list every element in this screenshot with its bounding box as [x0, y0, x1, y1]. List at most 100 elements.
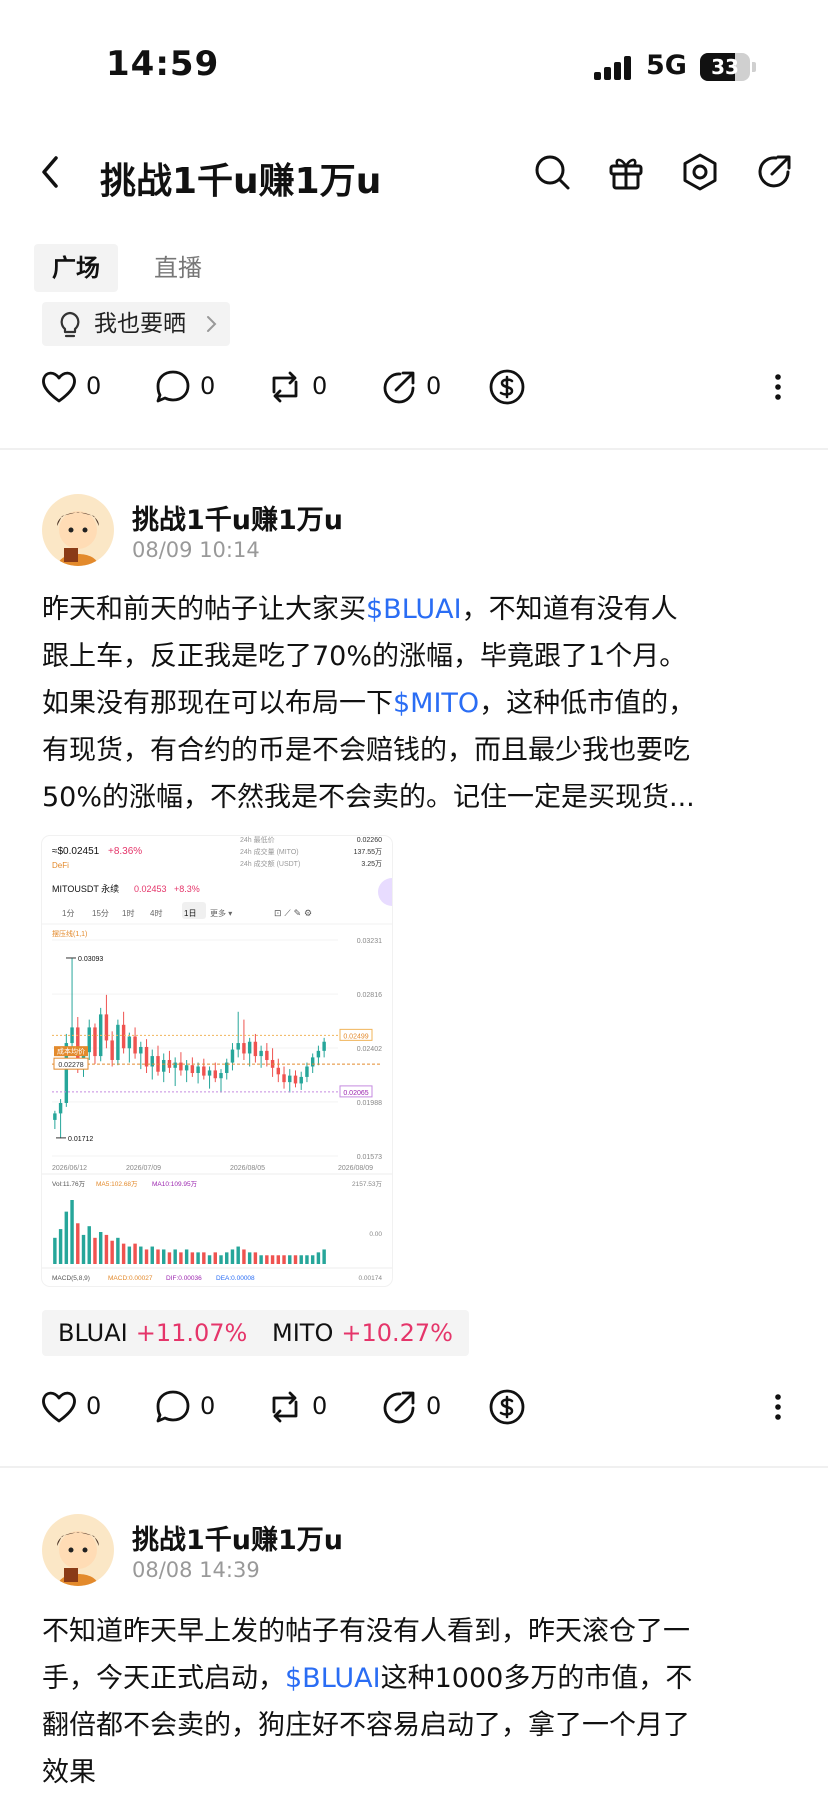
dollar-coin-icon: [489, 1389, 525, 1425]
candle-body: [53, 1113, 57, 1120]
volume-bar: [225, 1252, 229, 1264]
tab-square[interactable]: 广场: [34, 244, 118, 292]
comment-button[interactable]: 0: [154, 1382, 234, 1432]
coin-tag-link[interactable]: $MITO: [393, 688, 479, 719]
search-button[interactable]: [532, 152, 572, 192]
comment-button[interactable]: 0: [154, 362, 234, 412]
ma5-label: MA5:102.68万: [96, 1180, 138, 1188]
volume-bar: [305, 1255, 309, 1264]
volume-bar: [162, 1249, 166, 1264]
action-bar: 0 0 0 0: [40, 1382, 790, 1432]
chart-header-change: +8.36%: [108, 846, 142, 857]
volume-bar: [98, 1232, 103, 1264]
status-time: 14:59: [106, 44, 220, 84]
candle-body: [219, 1073, 223, 1079]
like-button[interactable]: 0: [40, 362, 120, 412]
volume-bar: [121, 1243, 126, 1264]
like-count: 0: [86, 372, 102, 400]
candle-body: [173, 1062, 177, 1068]
candle-body: [196, 1066, 200, 1074]
candle-body: [310, 1057, 315, 1067]
back-button[interactable]: [36, 152, 66, 192]
repost-button[interactable]: 0: [266, 1382, 346, 1432]
volume-bar: [293, 1255, 298, 1264]
coin-tag-link[interactable]: $BLUAI: [366, 594, 462, 625]
settings-button[interactable]: [680, 152, 720, 192]
coin-tag-link[interactable]: $BLUAI: [285, 1663, 381, 1694]
volume-bar: [133, 1243, 137, 1264]
candle-body: [162, 1059, 166, 1072]
volume-bar: [265, 1255, 269, 1264]
divider: [0, 1466, 828, 1468]
volume-bar: [156, 1249, 160, 1264]
volume-bar: [322, 1249, 326, 1264]
tip-button[interactable]: [488, 362, 528, 412]
gift-button[interactable]: [606, 152, 646, 192]
volume-bar: [173, 1249, 177, 1264]
ticker-chip[interactable]: BLUAI +11.07%: [42, 1310, 264, 1356]
more-vertical-icon: [775, 1394, 781, 1420]
share-too-label: 我也要晒: [94, 311, 186, 337]
more-vertical-icon: [775, 374, 781, 400]
repost-count: 0: [312, 372, 328, 400]
repost-button[interactable]: 0: [266, 362, 346, 412]
volume-bar: [116, 1237, 120, 1264]
action-bar: 0 0 0 0: [40, 362, 790, 412]
chart-interval-tab: 4时: [150, 908, 162, 918]
share-too-button[interactable]: 我也要晒: [42, 302, 230, 346]
candle-body: [207, 1070, 212, 1076]
candle-body: [282, 1074, 286, 1083]
chart-stat-label: 24h 成交量 (MITO): [240, 847, 299, 856]
macd-value: MACD:0.00027: [108, 1275, 153, 1282]
chart-stat-value: 0.02260: [357, 837, 382, 844]
post-line: 效果: [42, 1757, 96, 1788]
more-button[interactable]: [766, 362, 790, 412]
heart-icon: [42, 371, 76, 403]
avatar-icon: [42, 494, 114, 566]
volume-bar: [253, 1252, 258, 1264]
ticker-chip[interactable]: MITO +10.27%: [256, 1310, 469, 1356]
candle-body: [133, 1036, 137, 1054]
dea-value: DEA:0.00008: [216, 1275, 255, 1282]
volume-bar: [53, 1237, 57, 1264]
forward-count: 0: [426, 372, 442, 400]
post-author[interactable]: 挑战1千u赚1万u: [132, 1518, 343, 1557]
volume-bar: [58, 1229, 63, 1264]
comment-icon: [156, 370, 190, 403]
candle-body: [121, 1024, 126, 1049]
avatar[interactable]: [42, 494, 114, 566]
post-body[interactable]: 昨天和前天的帖子让大家买$BLUAI，不知道有没有人 跟上车，反正我是吃了70%…: [42, 586, 790, 821]
chart-price: 0.02453: [134, 884, 167, 894]
candle-body: [288, 1075, 292, 1083]
more-button[interactable]: [766, 1382, 790, 1432]
cost-value: 0.02278: [58, 1062, 83, 1069]
forward-button[interactable]: 0: [380, 1382, 460, 1432]
candle-body: [104, 1014, 109, 1041]
volume-bar: [93, 1237, 97, 1264]
volume-tick: 2157.53万: [352, 1180, 382, 1188]
avatar-icon: [42, 1514, 114, 1586]
chart-interval-tab: 1日: [184, 909, 196, 918]
status-bar: 14:59 5G 33: [0, 0, 828, 120]
forward-button[interactable]: 0: [380, 362, 460, 412]
like-button[interactable]: 0: [40, 1382, 120, 1432]
post-author[interactable]: 挑战1千u赚1万u: [132, 498, 343, 537]
volume-label: Vol:11.76万: [52, 1180, 86, 1188]
tip-button[interactable]: [488, 1382, 528, 1432]
volume-bar: [316, 1252, 321, 1264]
post-body[interactable]: 不知道昨天早上发的帖子有没有人看到，昨天滚仓了一 手，今天正式启动，$BLUAI…: [42, 1608, 790, 1796]
chart-y-tick: 0.01988: [357, 1100, 382, 1107]
post-line: 手，今天正式启动，$BLUAI这种1000多万的市值，不: [42, 1663, 693, 1694]
avatar[interactable]: [42, 1514, 114, 1586]
candle-body: [93, 1027, 97, 1057]
candle-body: [316, 1050, 321, 1058]
floating-bubble: [378, 878, 392, 906]
chart-screenshot[interactable]: ≈$0.02451 +8.36% DeFi 24h 最低价 0.02260 24…: [42, 836, 392, 1286]
share-button[interactable]: [754, 152, 794, 192]
chart-title: MITOUSDT 永续: [52, 883, 119, 894]
candle-body: [190, 1065, 195, 1074]
volume-bar: [76, 1223, 80, 1264]
post-time: 08/08 14:39: [132, 1558, 260, 1582]
comment-icon: [156, 1390, 190, 1423]
tab-live[interactable]: 直播: [136, 244, 220, 292]
